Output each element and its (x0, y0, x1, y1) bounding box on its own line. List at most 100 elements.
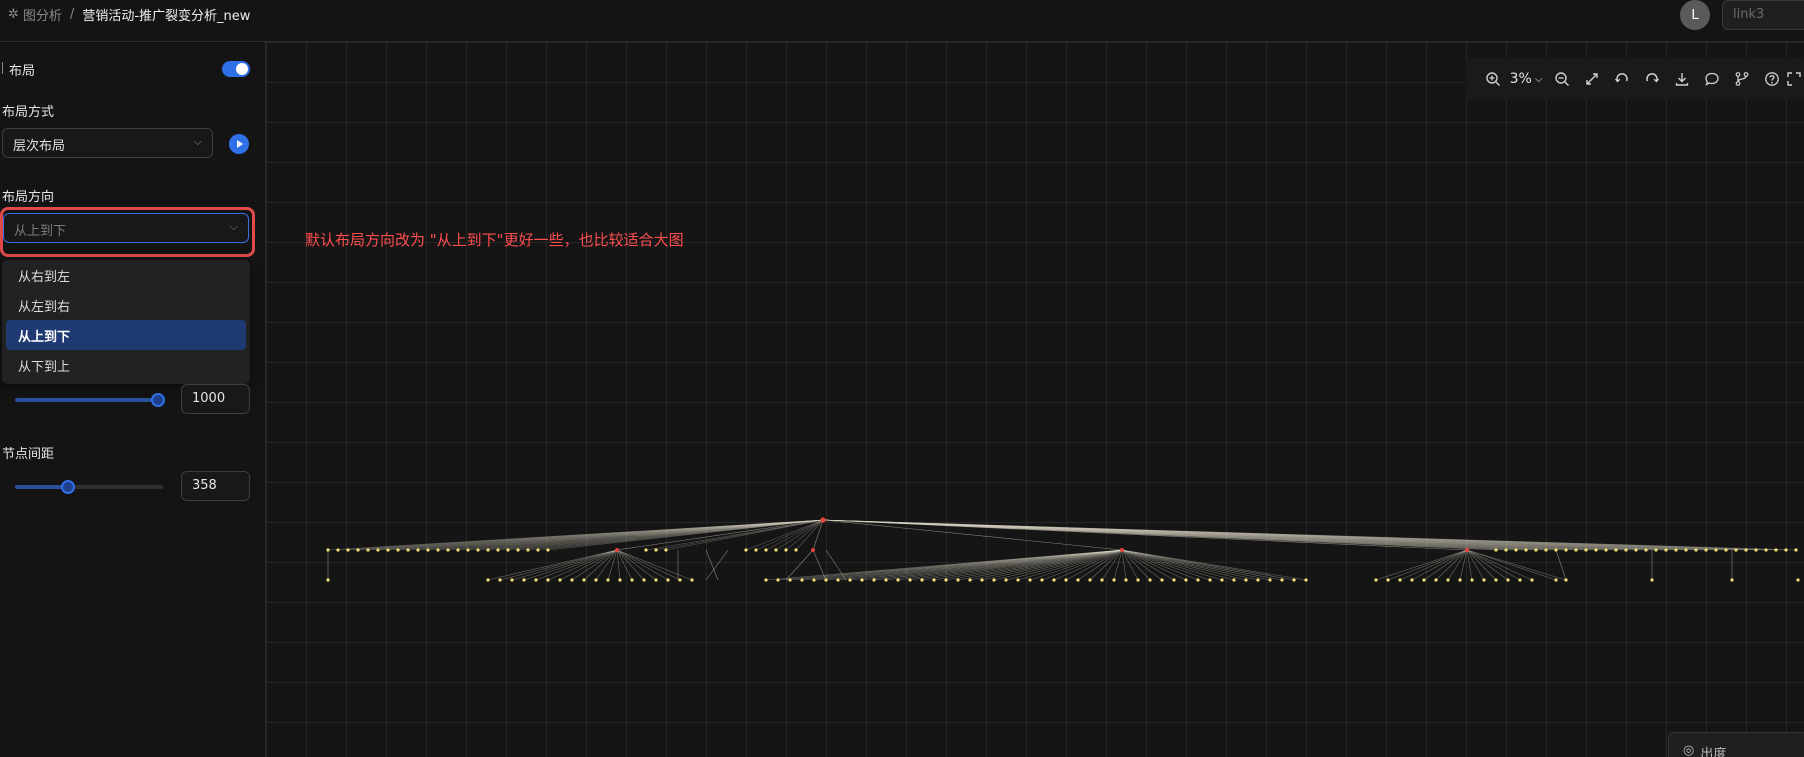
graph-leaf-node[interactable] (1518, 578, 1522, 582)
option-left-to-right[interactable]: 从左到右 (6, 290, 246, 320)
graph-leaf-node[interactable] (1386, 578, 1390, 582)
graph-root-node[interactable] (1465, 548, 1469, 552)
graph-leaf-node[interactable] (800, 578, 804, 582)
graph-leaf-node[interactable] (1694, 548, 1698, 552)
graph-leaf-node[interactable] (1374, 578, 1378, 582)
graph-leaf-node[interactable] (510, 578, 514, 582)
graph-root-node[interactable] (615, 548, 619, 552)
graph-leaf-node[interactable] (1754, 548, 1758, 552)
node-spacing-slider[interactable] (15, 480, 163, 494)
graph-leaf-node[interactable] (1674, 548, 1678, 552)
graph-leaf-node[interactable] (1304, 578, 1308, 582)
graph-leaf-node[interactable] (1774, 548, 1778, 552)
graph-root-node[interactable] (811, 548, 815, 552)
option-right-to-left[interactable]: 从右到左 (6, 260, 246, 290)
graph-leaf-node[interactable] (1594, 548, 1598, 552)
branch-icon[interactable] (1727, 58, 1757, 100)
graph-leaf-node[interactable] (776, 578, 780, 582)
graph-leaf-node[interactable] (1016, 578, 1020, 582)
graph-leaf-node[interactable] (1004, 578, 1008, 582)
layout-mode-select[interactable]: 层次布局 ⌵ (2, 128, 213, 158)
graph-leaf-node[interactable] (1730, 578, 1734, 582)
graph-leaf-node[interactable] (1208, 578, 1212, 582)
zoom-out-icon[interactable] (1547, 58, 1577, 100)
graph-leaf-node[interactable] (642, 578, 646, 582)
graph-leaf-node[interactable] (506, 548, 510, 552)
graph-leaf-node[interactable] (664, 548, 668, 552)
slider-handle[interactable] (61, 480, 75, 494)
graph-leaf-node[interactable] (376, 548, 380, 552)
graph-leaf-node[interactable] (794, 548, 798, 552)
graph-leaf-node[interactable] (336, 548, 340, 552)
graph-leaf-node[interactable] (406, 548, 410, 552)
zoom-in-icon[interactable] (1478, 58, 1508, 100)
search-input[interactable]: link3 (1722, 0, 1804, 30)
graph-leaf-node[interactable] (346, 548, 350, 552)
graph-leaf-node[interactable] (1040, 578, 1044, 582)
graph-leaf-node[interactable] (1506, 578, 1510, 582)
graph-leaf-node[interactable] (1076, 578, 1080, 582)
undo-icon[interactable] (1607, 58, 1637, 100)
node-spacing-input[interactable]: 358 (181, 471, 250, 501)
graph-leaf-node[interactable] (654, 578, 658, 582)
graph-leaf-node[interactable] (516, 548, 520, 552)
graph-leaf-node[interactable] (498, 578, 502, 582)
graph-leaf-node[interactable] (558, 578, 562, 582)
graph-leaf-node[interactable] (1434, 578, 1438, 582)
graph-leaf-node[interactable] (1244, 578, 1248, 582)
graph-leaf-node[interactable] (570, 578, 574, 582)
graph-leaf-node[interactable] (396, 548, 400, 552)
graph-leaf-node[interactable] (920, 578, 924, 582)
graph-leaf-node[interactable] (536, 548, 540, 552)
graph-leaf-node[interactable] (812, 578, 816, 582)
graph-leaf-node[interactable] (1734, 548, 1738, 552)
graph-leaf-node[interactable] (908, 578, 912, 582)
graph-leaf-node[interactable] (690, 578, 694, 582)
graph-leaf-node[interactable] (1494, 578, 1498, 582)
graph-leaf-node[interactable] (644, 548, 648, 552)
comment-icon[interactable] (1697, 58, 1727, 100)
graph-leaf-node[interactable] (486, 548, 490, 552)
graph-leaf-node[interactable] (1064, 578, 1068, 582)
graph-leaf-node[interactable] (1564, 578, 1568, 582)
graph-leaf-node[interactable] (1634, 548, 1638, 552)
graph-leaf-node[interactable] (848, 578, 852, 582)
graph-leaf-node[interactable] (1470, 578, 1474, 582)
graph-leaf-node[interactable] (618, 578, 622, 582)
graph-leaf-node[interactable] (788, 578, 792, 582)
graph-root-node[interactable] (1120, 548, 1124, 552)
graph-leaf-node[interactable] (1172, 578, 1176, 582)
slider-handle[interactable] (151, 393, 165, 407)
graph-leaf-node[interactable] (1714, 548, 1718, 552)
graph-leaf-node[interactable] (326, 548, 330, 552)
graph-leaf-node[interactable] (1028, 578, 1032, 582)
graph-leaf-node[interactable] (1232, 578, 1236, 582)
graph-leaf-node[interactable] (522, 578, 526, 582)
graph-leaf-node[interactable] (956, 578, 960, 582)
graph-leaf-node[interactable] (932, 578, 936, 582)
graph-leaf-node[interactable] (1534, 548, 1538, 552)
graph-leaf-node[interactable] (594, 578, 598, 582)
graph-leaf-node[interactable] (1398, 578, 1402, 582)
graph-leaf-node[interactable] (546, 548, 550, 552)
graph-leaf-node[interactable] (1796, 578, 1800, 582)
graph-leaf-node[interactable] (1794, 548, 1798, 552)
graph-leaf-node[interactable] (582, 578, 586, 582)
graph-leaf-node[interactable] (1604, 548, 1608, 552)
graph-leaf-node[interactable] (764, 578, 768, 582)
redo-icon[interactable] (1637, 58, 1667, 100)
graph-leaf-node[interactable] (366, 548, 370, 552)
graph-leaf-node[interactable] (526, 548, 530, 552)
graph-leaf-node[interactable] (1524, 548, 1528, 552)
graph-leaf-node[interactable] (944, 578, 948, 582)
graph-leaf-node[interactable] (534, 578, 538, 582)
expand-icon[interactable] (1784, 58, 1804, 100)
graph-leaf-node[interactable] (1410, 578, 1414, 582)
graph-leaf-node[interactable] (666, 578, 670, 582)
graph-leaf-node[interactable] (356, 548, 360, 552)
graph-leaf-node[interactable] (1650, 578, 1654, 582)
level-spacing-slider[interactable] (15, 393, 165, 407)
graph-leaf-node[interactable] (1554, 548, 1558, 552)
graph-leaf-node[interactable] (386, 548, 390, 552)
graph-leaf-node[interactable] (606, 578, 610, 582)
